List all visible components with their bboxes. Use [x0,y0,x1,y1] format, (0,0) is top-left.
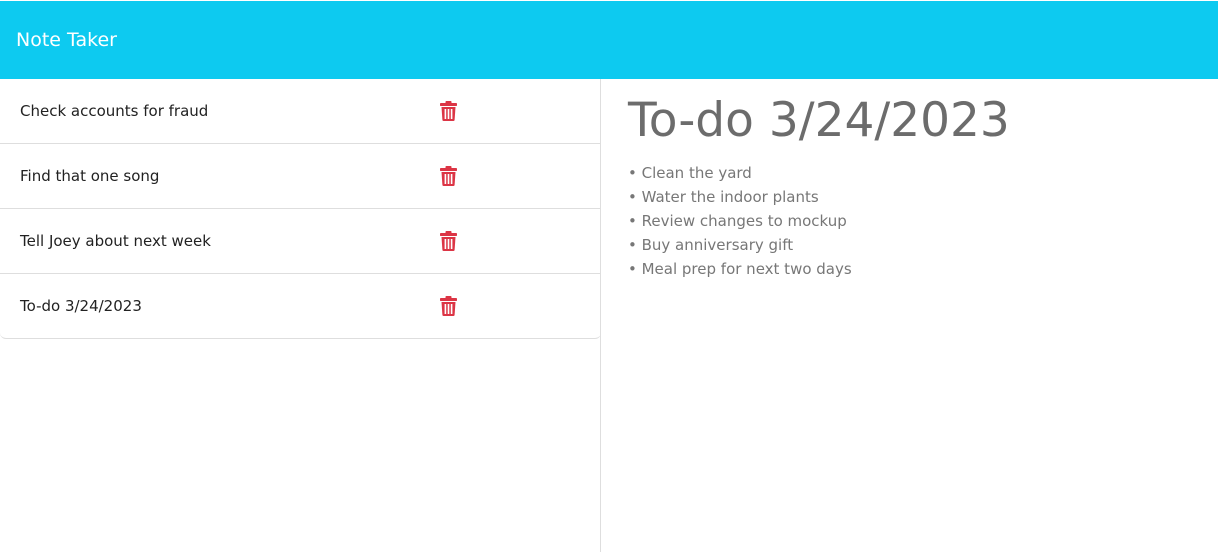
list-item[interactable]: To-do 3/24/2023 [0,273,601,338]
note-list: Check accounts for fraud Find that one s… [0,79,601,339]
list-item[interactable]: Find that one song [0,143,601,208]
app-title[interactable]: Note Taker [16,29,117,51]
trash-icon[interactable] [440,166,457,186]
note-line: • Buy anniversary gift [628,236,794,254]
trash-icon[interactable] [440,101,457,121]
note-line: • Review changes to mockup [628,212,847,230]
note-title-field[interactable]: To-do 3/24/2023 [628,93,1218,149]
note-line: • Meal prep for next two days [628,260,852,278]
note-title: Check accounts for fraud [20,102,209,120]
note-title: To-do 3/24/2023 [20,297,142,315]
note-detail-panel: To-do 3/24/2023 • Clean the yard • Water… [602,79,1218,552]
list-item[interactable]: Tell Joey about next week [0,208,601,273]
navbar: Note Taker [0,1,1218,79]
trash-icon[interactable] [440,231,457,251]
note-title: Tell Joey about next week [20,232,211,250]
note-list-panel: Check accounts for fraud Find that one s… [0,79,601,552]
note-title: Find that one song [20,167,160,185]
note-line: • Clean the yard [628,164,752,182]
trash-icon[interactable] [440,296,457,316]
list-item[interactable]: Check accounts for fraud [0,79,601,143]
note-text-area[interactable]: • Clean the yard • Water the indoor plan… [628,161,1218,281]
note-line: • Water the indoor plants [628,188,819,206]
